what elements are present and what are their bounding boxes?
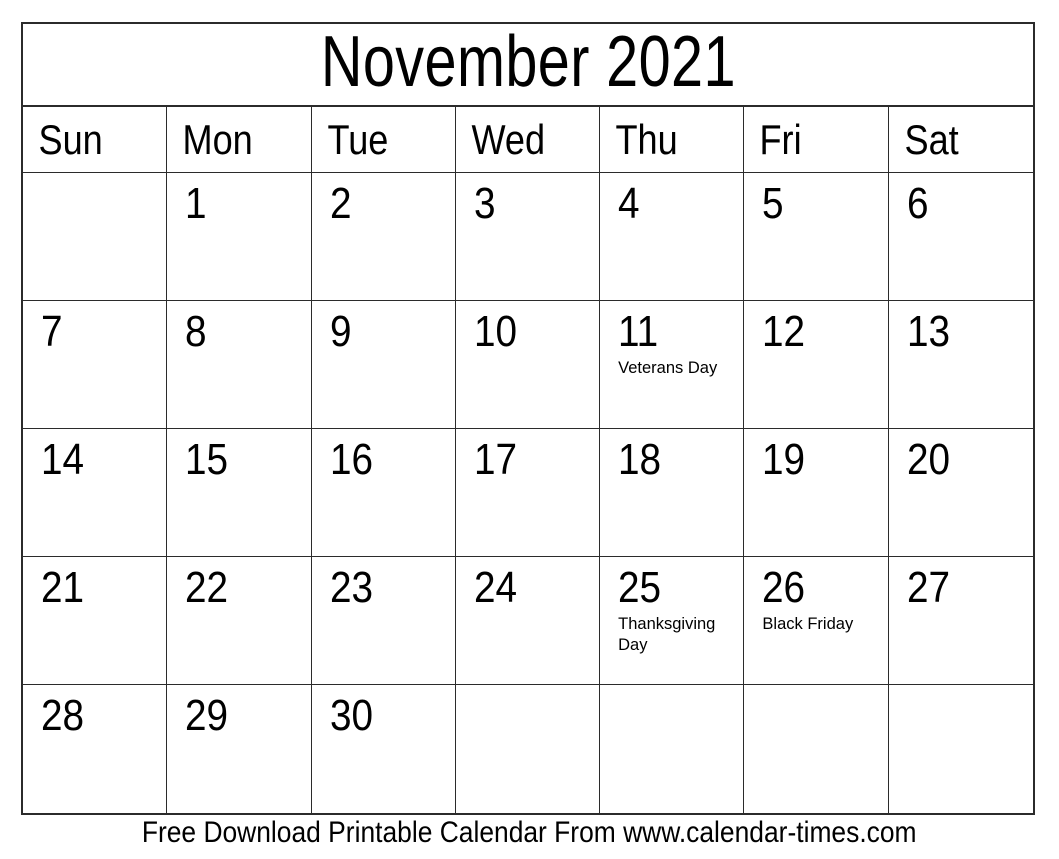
day-cell[interactable]: 13 bbox=[888, 301, 1033, 429]
day-cell[interactable]: 4 bbox=[600, 173, 745, 301]
day-number: 17 bbox=[473, 435, 517, 484]
calendar-frame: November 2021 Sun Mon Tue Wed Thu Fri Sa… bbox=[21, 22, 1035, 815]
weekday-label: Sat bbox=[904, 115, 959, 163]
day-number: 6 bbox=[906, 179, 929, 228]
calendar-title-band: November 2021 bbox=[23, 24, 1033, 107]
day-number: 16 bbox=[329, 435, 373, 484]
weekday-header-tue: Tue bbox=[312, 107, 456, 172]
day-cell[interactable]: 14 bbox=[23, 429, 168, 557]
day-cell-veterans-day[interactable]: 11 Veterans Day bbox=[600, 301, 745, 429]
day-number: 9 bbox=[329, 307, 352, 356]
day-cell[interactable]: 17 bbox=[455, 429, 601, 557]
day-number: 10 bbox=[473, 307, 517, 356]
day-cell[interactable] bbox=[23, 173, 168, 301]
day-cell[interactable] bbox=[889, 685, 1033, 813]
day-cell[interactable]: 3 bbox=[455, 173, 601, 301]
weekday-label: Fri bbox=[759, 115, 803, 163]
calendar-page: November 2021 Sun Mon Tue Wed Thu Fri Sa… bbox=[0, 0, 1059, 859]
weekday-header-row: Sun Mon Tue Wed Thu Fri Sat bbox=[23, 107, 1033, 173]
day-number: 25 bbox=[618, 563, 662, 612]
day-number: 8 bbox=[185, 307, 207, 356]
day-number: 14 bbox=[41, 435, 85, 484]
day-number: 12 bbox=[762, 307, 806, 356]
day-cell[interactable] bbox=[456, 685, 601, 813]
day-cell[interactable]: 18 bbox=[600, 429, 745, 557]
day-number: 22 bbox=[185, 563, 229, 612]
day-number: 26 bbox=[762, 563, 806, 612]
footer-attribution: Free Download Printable Calendar From ww… bbox=[0, 818, 1059, 848]
day-cell-black-friday[interactable]: 26 Black Friday bbox=[744, 557, 889, 685]
weekday-label: Wed bbox=[471, 115, 545, 163]
day-cell[interactable]: 20 bbox=[888, 429, 1033, 557]
weekday-header-fri: Fri bbox=[744, 107, 889, 172]
day-number: 1 bbox=[185, 179, 207, 228]
day-event: Thanksgiving Day bbox=[618, 614, 716, 654]
day-cell[interactable]: 27 bbox=[888, 557, 1033, 685]
day-number: 29 bbox=[185, 691, 229, 740]
calendar-day-grid: 1 2 3 4 5 6 7 8 9 10 11 Veterans Day 12 … bbox=[23, 173, 1033, 813]
weekday-label: Mon bbox=[182, 115, 254, 163]
day-cell[interactable]: 9 bbox=[311, 301, 456, 429]
day-number: 3 bbox=[473, 179, 496, 228]
day-number: 27 bbox=[906, 563, 950, 612]
weekday-label: Sun bbox=[38, 115, 103, 163]
day-number: 11 bbox=[618, 307, 659, 356]
day-cell[interactable] bbox=[744, 685, 889, 813]
day-event: Black Friday bbox=[762, 614, 854, 633]
day-cell[interactable]: 19 bbox=[744, 429, 889, 557]
day-number: 20 bbox=[906, 435, 950, 484]
day-number: 13 bbox=[906, 307, 950, 356]
weekday-header-wed: Wed bbox=[456, 107, 601, 172]
day-cell[interactable]: 8 bbox=[167, 301, 312, 429]
day-cell[interactable]: 1 bbox=[167, 173, 312, 301]
day-cell[interactable]: 24 bbox=[455, 557, 601, 685]
weekday-header-thu: Thu bbox=[600, 107, 745, 172]
day-cell[interactable]: 15 bbox=[167, 429, 312, 557]
weekday-header-sun: Sun bbox=[23, 107, 168, 172]
day-event: Veterans Day bbox=[618, 358, 718, 377]
weekday-header-mon: Mon bbox=[167, 107, 312, 172]
day-cell[interactable]: 28 bbox=[23, 685, 168, 813]
day-cell[interactable]: 22 bbox=[167, 557, 312, 685]
day-number: 15 bbox=[185, 435, 229, 484]
day-cell[interactable]: 30 bbox=[312, 685, 456, 813]
footer-text: Free Download Printable Calendar From ww… bbox=[142, 818, 917, 848]
day-cell[interactable]: 21 bbox=[23, 557, 168, 685]
day-number: 30 bbox=[329, 691, 373, 740]
day-cell[interactable]: 5 bbox=[744, 173, 889, 301]
day-cell[interactable]: 29 bbox=[167, 685, 312, 813]
day-number: 18 bbox=[618, 435, 662, 484]
weekday-header-sat: Sat bbox=[889, 107, 1033, 172]
day-number: 2 bbox=[329, 179, 352, 228]
day-cell[interactable]: 2 bbox=[311, 173, 456, 301]
day-cell[interactable]: 16 bbox=[311, 429, 456, 557]
day-cell[interactable]: 7 bbox=[23, 301, 168, 429]
weekday-label: Thu bbox=[615, 115, 678, 163]
day-cell[interactable]: 12 bbox=[744, 301, 889, 429]
day-cell[interactable] bbox=[600, 685, 745, 813]
day-number: 5 bbox=[762, 179, 784, 228]
day-cell[interactable]: 23 bbox=[311, 557, 456, 685]
page-title: November 2021 bbox=[320, 24, 736, 103]
day-number: 24 bbox=[473, 563, 517, 612]
day-number: 23 bbox=[329, 563, 373, 612]
day-number: 21 bbox=[41, 563, 85, 612]
day-cell[interactable]: 10 bbox=[455, 301, 601, 429]
day-number: 7 bbox=[41, 307, 63, 356]
day-cell[interactable]: 6 bbox=[888, 173, 1033, 301]
day-number: 28 bbox=[41, 691, 85, 740]
day-number: 19 bbox=[762, 435, 806, 484]
day-number: 4 bbox=[618, 179, 640, 228]
day-cell-thanksgiving-day[interactable]: 25 Thanksgiving Day bbox=[600, 557, 745, 685]
weekday-label: Tue bbox=[327, 115, 388, 163]
